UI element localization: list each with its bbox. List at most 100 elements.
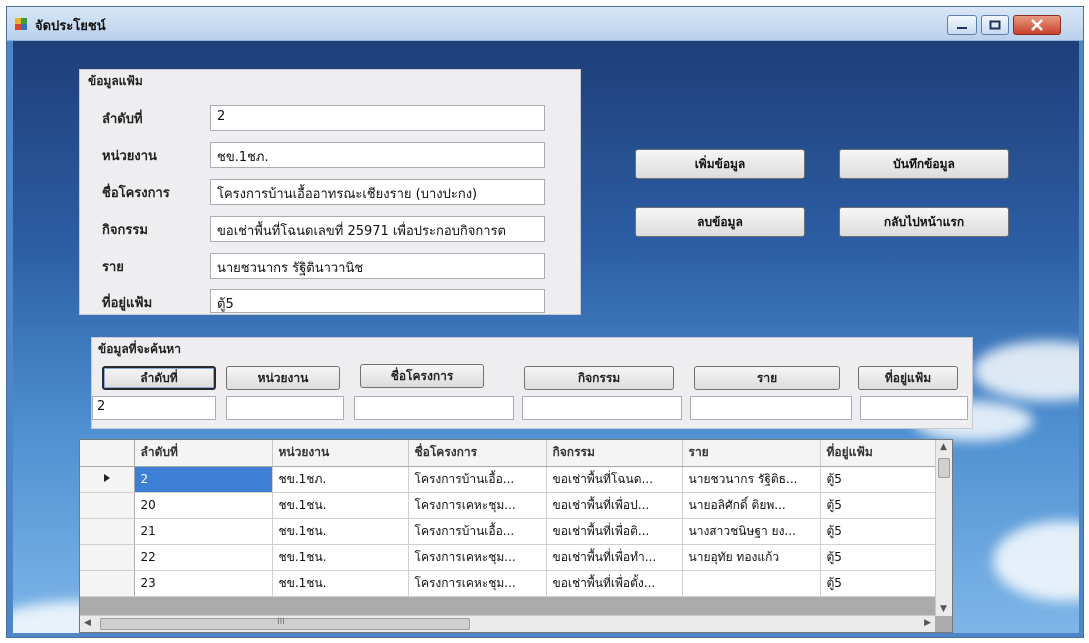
row-pointer-icon — [103, 474, 110, 482]
file-location-field[interactable]: ตู้5 — [210, 289, 545, 313]
table-cell[interactable]: ชข.1ชน. — [272, 544, 409, 571]
table-cell[interactable]: ชข.1ชภ. — [272, 466, 409, 493]
cloud-decoration — [993, 521, 1079, 601]
label-person: ราย — [102, 260, 124, 275]
app-window: จัดประโยชน์ ข้อมูลแฟ้ม ลำดับที่ 2 หน่วยง… — [6, 6, 1084, 638]
cloud-decoration — [973, 341, 1079, 401]
column-header[interactable]: ลำดับที่ — [134, 440, 273, 467]
search-by-person-button[interactable]: ราย — [694, 366, 840, 390]
minimize-icon — [957, 27, 967, 29]
scroll-left-icon[interactable]: ◀ — [84, 618, 91, 628]
current-row-indicator — [80, 466, 135, 493]
table-cell[interactable]: ขอเช่าพื้นที่เพื่อทำ... — [546, 544, 683, 571]
table-cell[interactable]: ชข.1ชน. — [272, 492, 409, 519]
column-header[interactable]: ที่อยู่แฟ้ม — [820, 440, 937, 467]
table-cell[interactable]: ขอเช่าพื้นที่เพื่อป... — [546, 492, 683, 519]
row-header[interactable] — [80, 518, 135, 545]
search-by-location-button[interactable]: ที่อยู่แฟ้ม — [858, 366, 958, 390]
delete-data-button[interactable]: ลบข้อมูล — [635, 207, 805, 237]
vertical-scroll-thumb[interactable] — [938, 458, 950, 478]
table-row[interactable]: 22 ชข.1ชน. โครงการเคหะชุม... ขอเช่าพื้นท… — [80, 544, 937, 571]
row-header-corner — [80, 440, 135, 467]
back-home-button[interactable]: กลับไปหน้าแรก — [839, 207, 1009, 237]
person-field[interactable]: นายชวนากร รัฐิตินาวานิช — [210, 253, 545, 279]
table-cell[interactable]: ตู้5 — [820, 544, 937, 571]
label-file-location: ที่อยู่แฟ้ม — [102, 296, 153, 311]
table-cell[interactable]: ขอเช่าพื้นที่เพื่อติ... — [546, 518, 683, 545]
table-cell[interactable]: 21 — [134, 518, 273, 545]
scroll-thumb-grip: III — [277, 617, 285, 627]
title-bar[interactable]: จัดประโยชน์ — [7, 7, 1083, 41]
maximize-icon — [989, 20, 1001, 30]
row-header[interactable] — [80, 544, 135, 571]
search-activity-input[interactable] — [522, 396, 682, 420]
sequence-field[interactable]: 2 — [210, 105, 545, 131]
department-field[interactable]: ชข.1ชภ. — [210, 142, 545, 168]
table-cell[interactable]: ขอเช่าพื้นที่เพื่อตั้ง... — [546, 570, 683, 597]
label-department: หน่วยงาน — [102, 149, 157, 164]
table-cell[interactable]: นายชวนากร รัฐิติธ... — [682, 466, 821, 493]
table-row[interactable]: 21 ชข.1ชน. โครงการบ้านเอื้อ... ขอเช่าพื้… — [80, 518, 937, 545]
file-info-legend: ข้อมูลแฟ้ม — [88, 74, 143, 88]
table-cell[interactable]: 2 — [134, 466, 273, 493]
table-cell[interactable]: 23 — [134, 570, 273, 597]
row-header[interactable] — [80, 492, 135, 519]
scroll-down-icon[interactable]: ▼ — [940, 604, 947, 614]
label-sequence: ลำดับที่ — [102, 112, 143, 127]
table-cell[interactable]: ตู้5 — [820, 466, 937, 493]
table-row[interactable]: 23 ชข.1ชน. โครงการเคหะชุม... ขอเช่าพื้นท… — [80, 570, 937, 597]
table-header-row: ลำดับที่ หน่วยงาน ชื่อโครงการ กิจกรรม รา… — [80, 440, 937, 467]
column-header[interactable]: กิจกรรม — [546, 440, 683, 467]
table-cell[interactable]: นายอุทัย ทองแก้ว — [682, 544, 821, 571]
horizontal-scroll-thumb[interactable]: III — [100, 617, 470, 630]
table-cell[interactable]: โครงการเคหะชุม... — [408, 570, 547, 597]
minimize-button[interactable] — [947, 15, 977, 35]
column-header[interactable]: หน่วยงาน — [272, 440, 409, 467]
search-sequence-input[interactable]: 2 — [92, 396, 216, 420]
search-by-activity-button[interactable]: กิจกรรม — [524, 366, 674, 390]
column-header[interactable]: ชื่อโครงการ — [408, 440, 547, 467]
project-name-field[interactable]: โครงการบ้านเอื้ออาทรณะเชียงราย (บางปะกง) — [210, 179, 545, 205]
table-cell[interactable]: ชข.1ชน. — [272, 518, 409, 545]
scroll-up-icon[interactable]: ▲ — [940, 442, 947, 452]
table-cell[interactable]: โครงการบ้านเอื้อ... — [408, 518, 547, 545]
table-cell[interactable]: โครงการบ้านเอื้อ... — [408, 466, 547, 493]
table-cell[interactable] — [682, 570, 821, 597]
table-cell[interactable]: นายอลิศักดิ์ ติยพ... — [682, 492, 821, 519]
app-icon — [15, 18, 27, 30]
table-row[interactable]: 2 ชข.1ชภ. โครงการบ้านเอื้อ... ขอเช่าพื้น… — [80, 466, 937, 493]
table-cell[interactable]: ชข.1ชน. — [272, 570, 409, 597]
save-data-button[interactable]: บันทึกข้อมูล — [839, 149, 1009, 179]
close-button[interactable] — [1013, 15, 1061, 35]
search-by-department-button[interactable]: หน่วยงาน — [226, 366, 340, 390]
add-data-button[interactable]: เพิ่มข้อมูล — [635, 149, 805, 179]
data-grid[interactable]: ลำดับที่ หน่วยงาน ชื่อโครงการ กิจกรรม รา… — [79, 439, 953, 633]
label-project-name: ชื่อโครงการ — [102, 186, 170, 201]
close-icon — [1031, 19, 1043, 31]
table-cell[interactable]: โครงการเคหะชุม... — [408, 544, 547, 571]
search-person-input[interactable] — [690, 396, 852, 420]
search-by-project-button[interactable]: ชื่อโครงการ — [360, 364, 484, 388]
column-header[interactable]: ราย — [682, 440, 821, 467]
search-by-sequence-button[interactable]: ลำดับที่ — [102, 366, 216, 390]
table-cell[interactable]: 22 — [134, 544, 273, 571]
table-cell[interactable]: ตู้5 — [820, 518, 937, 545]
search-project-input[interactable] — [354, 396, 514, 420]
scroll-right-icon[interactable]: ▶ — [924, 618, 931, 628]
vertical-scrollbar[interactable]: ▲ ▼ — [935, 440, 952, 616]
file-info-panel: ข้อมูลแฟ้ม ลำดับที่ 2 หน่วยงาน ชข.1ชภ. ช… — [79, 69, 581, 315]
maximize-button[interactable] — [981, 15, 1009, 35]
table-cell[interactable]: โครงการเคหะชุม... — [408, 492, 547, 519]
table-row[interactable]: 20 ชข.1ชน. โครงการเคหะชุม... ขอเช่าพื้นท… — [80, 492, 937, 519]
search-location-input[interactable] — [860, 396, 968, 420]
table-cell[interactable]: นางสาวชนิษฐา ยง... — [682, 518, 821, 545]
horizontal-scrollbar[interactable]: ◀ III ▶ — [80, 615, 935, 632]
row-header[interactable] — [80, 570, 135, 597]
activity-field[interactable]: ขอเช่าพื้นที่โฉนดเลขที่ 25971 เพื่อประกอ… — [210, 216, 545, 242]
table-cell[interactable]: ตู้5 — [820, 492, 937, 519]
search-department-input[interactable] — [226, 396, 344, 420]
table-cell[interactable]: ตู้5 — [820, 570, 937, 597]
table-cell[interactable]: ขอเช่าพื้นที่โฉนด... — [546, 466, 683, 493]
table-cell[interactable]: 20 — [134, 492, 273, 519]
search-panel: ข้อมูลที่จะค้นหา ลำดับที่ หน่วยงาน ชื่อโ… — [91, 337, 973, 429]
